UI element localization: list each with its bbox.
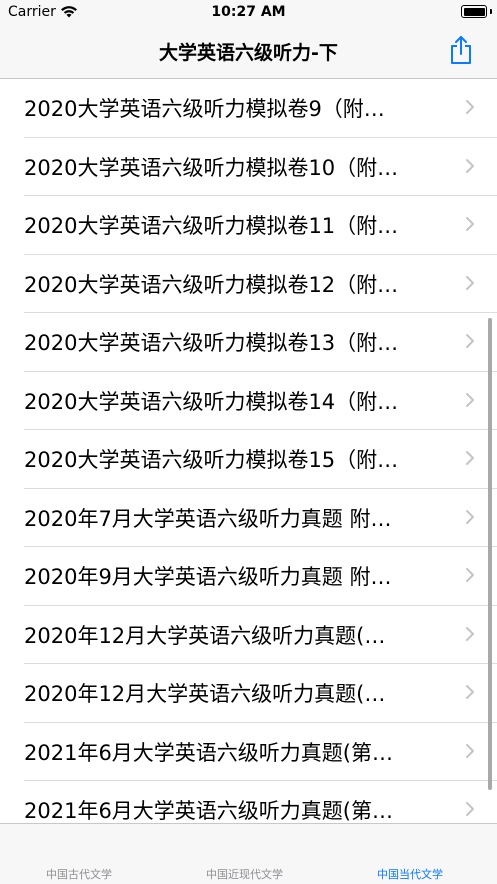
- navigation-bar: 大学英语六级听力-下: [0, 26, 497, 79]
- tab-contemporary-literature[interactable]: 中国当代文学: [377, 866, 443, 882]
- tab-modern-literature[interactable]: 中国近现代文学: [206, 866, 283, 882]
- page-title: 大学英语六级听力-下: [159, 42, 338, 64]
- chevron-right-icon: [466, 626, 474, 641]
- list-item[interactable]: 2020大学英语六级听力模拟卷13（附…: [24, 313, 497, 372]
- list-item-label: 2020年12月大学英语六级听力真题(…: [24, 623, 386, 648]
- chevron-right-icon: [466, 100, 474, 114]
- list-item[interactable]: 2020大学英语六级听力模拟卷12（附…: [24, 255, 497, 313]
- list-item[interactable]: 2020大学英语六级听力模拟卷11（附…: [24, 196, 497, 255]
- chevron-right-icon: [466, 568, 474, 582]
- list-item-label: 2020年7月大学英语六级听力真题 附…: [24, 506, 392, 531]
- scrollbar[interactable]: [488, 318, 492, 790]
- list-item-label: 2021年6月大学英语六级听力真题(第…: [24, 799, 393, 823]
- list-item[interactable]: 2020大学英语六级听力模拟卷14（附…: [24, 372, 497, 430]
- list-item-label: 2020大学英语六级听力模拟卷13（附…: [24, 331, 399, 355]
- list-item-label: 2020大学英语六级听力模拟卷12（附…: [24, 272, 399, 297]
- list-item-label: 2020年9月大学英语六级听力真题 附…: [24, 565, 392, 589]
- list-item[interactable]: 2020大学英语六级听力模拟卷15（附…: [24, 430, 497, 489]
- chevron-right-icon: [466, 743, 474, 758]
- status-bar: Carrier 10:27 AM: [0, 0, 497, 26]
- chevron-right-icon: [466, 451, 474, 465]
- list-item[interactable]: 2020大学英语六级听力模拟卷9（附…: [24, 79, 497, 138]
- list-item-label: 2020大学英语六级听力模拟卷15（附…: [24, 448, 399, 472]
- list-item[interactable]: 2020年9月大学英语六级听力真题 附…: [24, 547, 497, 606]
- battery-cap: [490, 9, 492, 14]
- list-item[interactable]: 2021年6月大学英语六级听力真题(第…: [24, 723, 497, 781]
- chevron-right-icon: [466, 392, 474, 407]
- tab-bar: 中国古代文学 中国近现代文学 中国当代文学: [0, 823, 497, 884]
- chevron-right-icon: [466, 158, 474, 173]
- list-item[interactable]: 2020年12月大学英语六级听力真题(…: [24, 606, 497, 664]
- list-item-label: 2020大学英语六级听力模拟卷9（附…: [24, 97, 385, 121]
- chevron-right-icon: [466, 275, 474, 290]
- list-item[interactable]: 2020年7月大学英语六级听力真题 附…: [24, 489, 497, 547]
- list-item[interactable]: 2020年12月大学英语六级听力真题(…: [24, 664, 497, 723]
- chevron-right-icon: [466, 217, 474, 231]
- share-icon[interactable]: [449, 35, 473, 65]
- episode-list[interactable]: 2020大学英语六级听力模拟卷9（附… 2020大学英语六级听力模拟卷10（附… 2…: [0, 79, 497, 823]
- clock: 10:27 AM: [211, 4, 286, 20]
- battery-icon: [461, 5, 487, 18]
- list-item[interactable]: 2020大学英语六级听力模拟卷10（附…: [24, 138, 497, 196]
- chevron-right-icon: [466, 685, 474, 699]
- chevron-right-icon: [466, 509, 474, 524]
- tab-ancient-literature[interactable]: 中国古代文学: [46, 866, 112, 882]
- chevron-right-icon: [466, 802, 474, 816]
- list-item-label: 2020大学英语六级听力模拟卷11（附…: [24, 214, 399, 238]
- share-button[interactable]: [449, 35, 473, 65]
- chevron-right-icon: [466, 334, 474, 348]
- list-item-label: 2020大学英语六级听力模拟卷10（附…: [24, 155, 399, 180]
- list-item-label: 2021年6月大学英语六级听力真题(第…: [24, 740, 393, 765]
- list-item-label: 2020大学英语六级听力模拟卷14（附…: [24, 389, 399, 414]
- list-item-label: 2020年12月大学英语六级听力真题(…: [24, 682, 386, 706]
- list-item[interactable]: 2021年6月大学英语六级听力真题(第…: [24, 781, 497, 823]
